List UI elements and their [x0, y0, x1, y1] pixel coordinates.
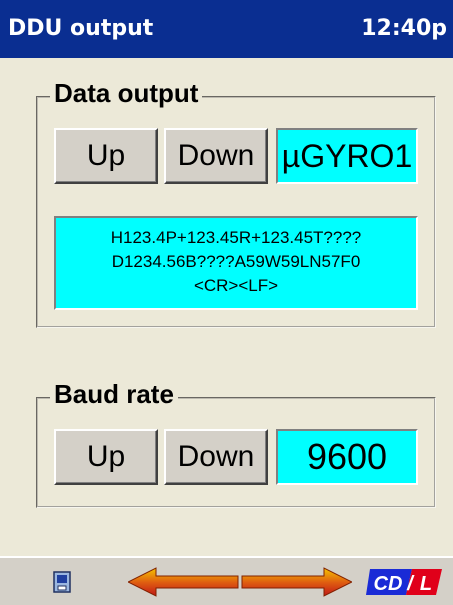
svg-text:CD: CD: [374, 573, 403, 595]
preview-line: <CR><LF>: [193, 276, 279, 295]
preview-line: D1234.56B????A59W59LN57F0: [111, 252, 361, 271]
clock[interactable]: 12:40p: [361, 16, 447, 41]
title-bar: DDU output 12:40p: [0, 0, 453, 58]
data-output-label: Data output: [50, 78, 203, 109]
data-output-group: Data output Up Down µGYRO1 H123.4P+123.4…: [36, 78, 436, 328]
down-button-label: Down: [177, 440, 255, 473]
baud-rate-value-text: 9600: [306, 436, 388, 477]
svg-text:L: L: [420, 573, 432, 595]
data-output-format-value: µGYRO1: [276, 128, 418, 184]
down-button-label: Down: [177, 139, 255, 172]
baud-rate-up-button[interactable]: Up: [54, 429, 158, 485]
taskbar: CD / L: [0, 556, 453, 605]
data-output-preview: H123.4P+123.45R+123.45T???? D1234.56B???…: [54, 216, 418, 310]
up-button-label: Up: [86, 440, 126, 473]
baud-rate-group: Baud rate Up Down 9600: [36, 379, 436, 508]
window-title: DDU output: [8, 16, 154, 41]
arrow-left-icon[interactable]: [126, 566, 240, 602]
baud-rate-label: Baud rate: [50, 379, 178, 410]
baud-rate-value: 9600: [276, 429, 418, 485]
arrow-right-icon[interactable]: [240, 566, 354, 602]
data-output-up-button[interactable]: Up: [54, 128, 158, 184]
cdl-logo[interactable]: CD / L: [366, 567, 442, 601]
up-button-label: Up: [86, 139, 126, 172]
baud-rate-down-button[interactable]: Down: [164, 429, 268, 485]
format-value-text: µGYRO1: [281, 137, 413, 174]
device-icon[interactable]: [52, 570, 74, 600]
preview-line: H123.4P+123.45R+123.45T????: [110, 228, 362, 247]
data-output-down-button[interactable]: Down: [164, 128, 268, 184]
